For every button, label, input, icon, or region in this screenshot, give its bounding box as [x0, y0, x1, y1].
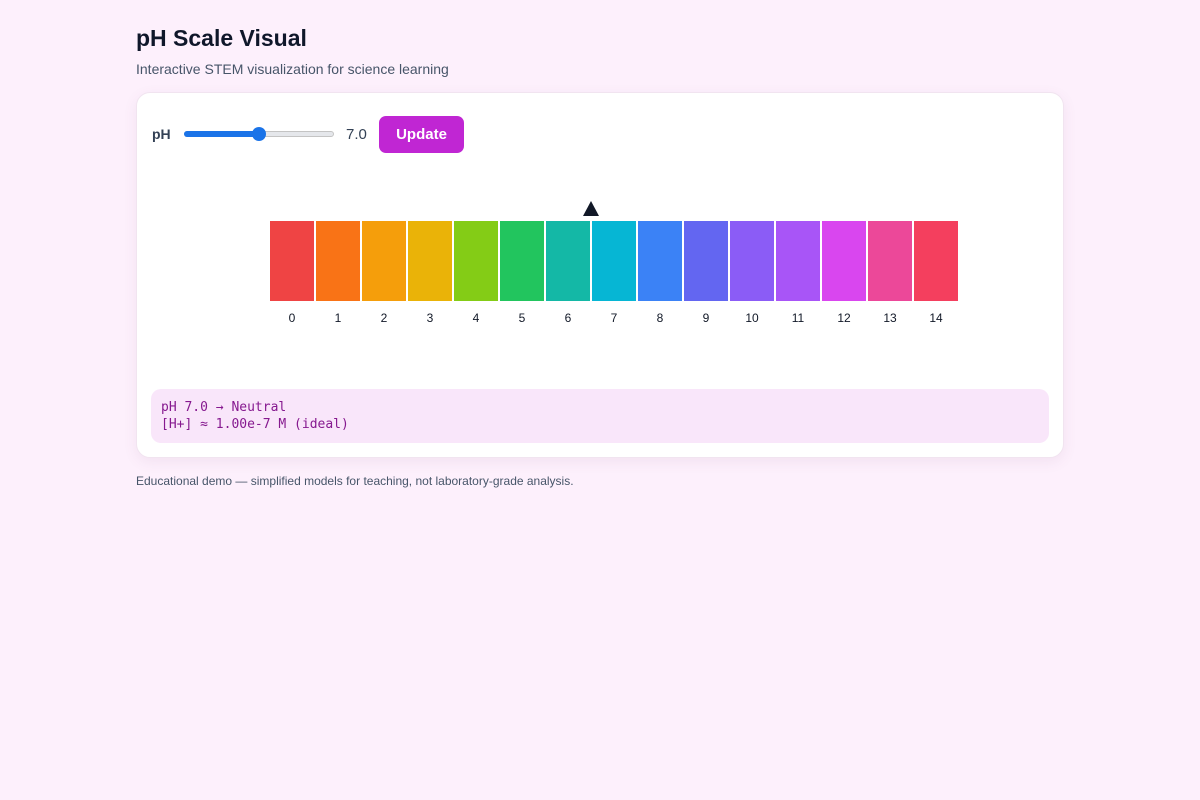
ph-segment [362, 221, 406, 301]
ph-tick-label: 4 [472, 311, 480, 325]
ph-segment [500, 221, 544, 301]
page-title: pH Scale Visual [136, 25, 307, 51]
ph-segment [776, 221, 820, 301]
ph-tick-label: 11 [791, 311, 805, 325]
ph-tick-label: 1 [334, 311, 342, 325]
ph-tick-label: 13 [883, 311, 897, 325]
ph-tick-label: 7 [610, 311, 618, 325]
ph-tick-label: 8 [656, 311, 664, 325]
ph-segment [684, 221, 728, 301]
ph-tick-label: 14 [929, 311, 943, 325]
visualization-card: pH 7.0 Update 0 1 2 3 4 5 6 7 8 9 10 11 12 13 14 pH 7.… [136, 92, 1064, 458]
readout-classification: pH 7.0 → Neutral [161, 400, 287, 415]
ph-tick-label: 12 [837, 311, 851, 325]
ph-scale: 0 1 2 3 4 5 6 7 8 9 10 11 12 13 14 [137, 93, 1063, 343]
ph-tick-label: 0 [288, 311, 296, 325]
ph-tick-label: 6 [564, 311, 572, 325]
ph-segment [868, 221, 912, 301]
ph-tick-label: 3 [426, 311, 434, 325]
footer-note: Educational demo — simplified models for… [136, 474, 574, 488]
ph-segment [408, 221, 452, 301]
ph-segment [316, 221, 360, 301]
ph-segment [822, 221, 866, 301]
ph-segment [454, 221, 498, 301]
ph-segment [638, 221, 682, 301]
ph-tick-label: 2 [380, 311, 388, 325]
ph-tick-label: 5 [518, 311, 526, 325]
readout-panel: pH 7.0 → Neutral [H+] ≈ 1.00e-7 M (ideal… [151, 389, 1049, 443]
ph-segment [546, 221, 590, 301]
readout-concentration: [H+] ≈ 1.00e-7 M (ideal) [161, 417, 349, 432]
ph-segment [592, 221, 636, 301]
ph-segment [730, 221, 774, 301]
page-subtitle: Interactive STEM visualization for scien… [136, 61, 449, 77]
ph-segment [914, 221, 958, 301]
ph-segment [270, 221, 314, 301]
ph-marker-icon [583, 201, 599, 216]
ph-tick-label: 9 [702, 311, 710, 325]
ph-tick-label: 10 [745, 311, 759, 325]
